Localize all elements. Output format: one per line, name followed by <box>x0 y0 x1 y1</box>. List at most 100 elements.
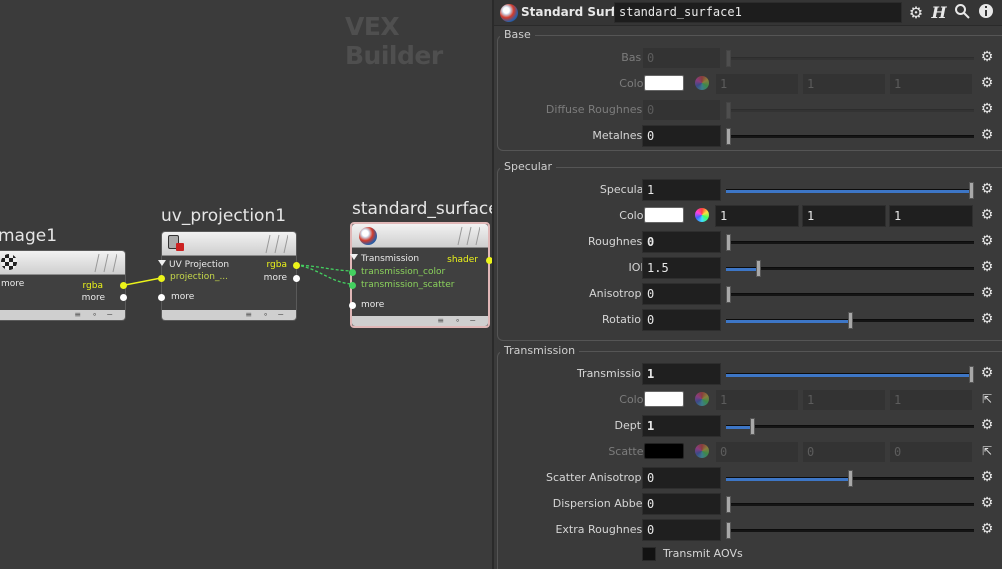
input-projection-port[interactable] <box>158 275 165 282</box>
color-b-field[interactable]: 1 <box>889 389 973 411</box>
color-g-field[interactable]: 1 <box>802 389 886 411</box>
gear-icon[interactable]: ⚙ <box>980 366 994 380</box>
slider-handle[interactable] <box>750 418 755 435</box>
minus-icon[interactable]: − <box>277 310 284 320</box>
param-slider[interactable] <box>726 234 974 251</box>
color-g-field[interactable]: 0 <box>802 441 886 463</box>
transmit-aovs-checkbox[interactable] <box>642 547 656 561</box>
param-value-field[interactable]: 0 <box>642 47 721 69</box>
param-value-field[interactable]: 1.5 <box>642 257 721 279</box>
gear-icon[interactable]: ⚙ <box>980 50 994 64</box>
gear-icon[interactable]: ⚙ <box>980 234 994 248</box>
slider-handle[interactable] <box>726 102 731 119</box>
param-value-field[interactable]: 0 <box>642 309 721 331</box>
slider-handle[interactable] <box>726 50 731 67</box>
param-value-field[interactable]: 1 <box>642 179 721 201</box>
input-transmission-color-port[interactable] <box>349 269 356 276</box>
gear-icon[interactable]: ⚙ <box>980 418 994 432</box>
gear-icon[interactable]: ⚙ <box>980 312 994 326</box>
param-slider[interactable] <box>726 128 974 145</box>
param-value-field[interactable]: 0 <box>642 99 721 121</box>
input-uv-projection[interactable]: UV Projection <box>158 260 229 270</box>
param-value-field[interactable]: 0 <box>642 125 721 147</box>
folder-title-specular[interactable]: Specular <box>500 160 557 173</box>
color-wheel-icon[interactable] <box>695 444 709 458</box>
input-more-port[interactable] <box>158 294 165 301</box>
param-value-field[interactable]: 0 <box>642 231 721 253</box>
param-value-field[interactable]: 0 <box>642 519 721 541</box>
param-value-field[interactable]: 0 <box>642 493 721 515</box>
minus-icon[interactable]: − <box>469 316 476 326</box>
slider-handle[interactable] <box>726 128 731 145</box>
slider-handle[interactable] <box>756 260 761 277</box>
gear-icon[interactable]: ⚙ <box>980 470 994 484</box>
dots-icon[interactable]: ∘ <box>263 310 268 320</box>
gear-icon[interactable]: ⚙ <box>980 102 994 116</box>
folder-title-transmission[interactable]: Transmission <box>500 344 580 357</box>
output-more-port[interactable] <box>293 275 300 282</box>
gear-icon[interactable]: ⚙ <box>980 522 994 536</box>
gear-icon[interactable]: ⚙ <box>980 76 994 90</box>
dots-icon[interactable]: ∘ <box>92 310 97 320</box>
node-standard-surface[interactable]: Transmission transmission_color transmis… <box>349 222 492 328</box>
slider-handle[interactable] <box>848 312 853 329</box>
menu-icon[interactable]: ≡ <box>74 310 81 320</box>
param-slider[interactable] <box>726 102 974 119</box>
color-r-field[interactable]: 0 <box>715 441 799 463</box>
gear-icon[interactable]: ⚙ <box>980 260 994 274</box>
color-b-field[interactable]: 1 <box>889 73 973 95</box>
param-slider[interactable] <box>726 496 974 513</box>
input-more[interactable]: more <box>1 279 24 289</box>
input-transmission-scatter-port[interactable] <box>349 282 356 289</box>
dots-icon[interactable]: ∘ <box>455 316 460 326</box>
slider-handle[interactable] <box>726 234 731 251</box>
param-slider[interactable] <box>726 182 974 199</box>
param-slider[interactable] <box>726 418 974 435</box>
color-swatch[interactable] <box>644 391 684 407</box>
node-flag-stripes[interactable] <box>89 253 117 273</box>
node-uv-projection[interactable]: UV Projection projection_... more rgba m… <box>158 231 300 321</box>
param-slider[interactable] <box>726 50 974 67</box>
param-slider[interactable] <box>726 470 974 487</box>
help-icon[interactable]: H <box>929 3 949 23</box>
node-name-field[interactable]: standard_surface1 <box>614 2 902 23</box>
gear-icon[interactable]: ⚙ <box>980 286 994 300</box>
minus-icon[interactable]: − <box>106 310 113 320</box>
color-r-field[interactable]: 1 <box>715 73 799 95</box>
slider-handle[interactable] <box>726 522 731 539</box>
param-slider[interactable] <box>726 522 974 539</box>
output-more-port[interactable] <box>120 294 127 301</box>
param-value-field[interactable]: 0 <box>642 467 721 489</box>
color-wheel-icon[interactable] <box>695 392 709 406</box>
param-slider[interactable] <box>726 366 974 383</box>
gear-icon[interactable]: ⚙ <box>906 3 926 23</box>
gear-icon[interactable]: ⚙ <box>980 128 994 142</box>
color-swatch[interactable] <box>644 207 684 223</box>
param-slider[interactable] <box>726 260 974 277</box>
color-b-field[interactable]: 1 <box>889 205 973 227</box>
color-r-field[interactable]: 1 <box>715 205 799 227</box>
slider-handle[interactable] <box>848 470 853 487</box>
color-g-field[interactable]: 1 <box>802 205 886 227</box>
network-editor[interactable]: VEX Builder mage1 more rgba more ≡ ∘ − u… <box>0 0 492 569</box>
slider-handle[interactable] <box>969 182 974 199</box>
node-flag-stripes[interactable] <box>260 234 288 254</box>
connected-input-icon[interactable]: ⇱ <box>980 392 994 406</box>
output-rgba-port[interactable] <box>293 262 300 269</box>
info-icon[interactable] <box>976 3 996 23</box>
slider-handle[interactable] <box>726 496 731 513</box>
slider-handle[interactable] <box>969 366 974 383</box>
search-icon[interactable] <box>952 3 972 23</box>
param-value-field[interactable]: 1 <box>642 363 721 385</box>
node-header[interactable] <box>162 232 296 256</box>
color-swatch[interactable] <box>644 75 684 91</box>
slider-handle[interactable] <box>726 286 731 303</box>
gear-icon[interactable]: ⚙ <box>980 208 994 222</box>
color-swatch[interactable] <box>644 443 684 459</box>
folder-title-base[interactable]: Base <box>500 28 535 41</box>
node-header[interactable] <box>352 224 488 248</box>
input-transmission[interactable]: Transmission <box>350 254 419 264</box>
connected-input-icon[interactable]: ⇱ <box>980 444 994 458</box>
gear-icon[interactable]: ⚙ <box>980 496 994 510</box>
node-flag-stripes[interactable] <box>452 226 480 246</box>
